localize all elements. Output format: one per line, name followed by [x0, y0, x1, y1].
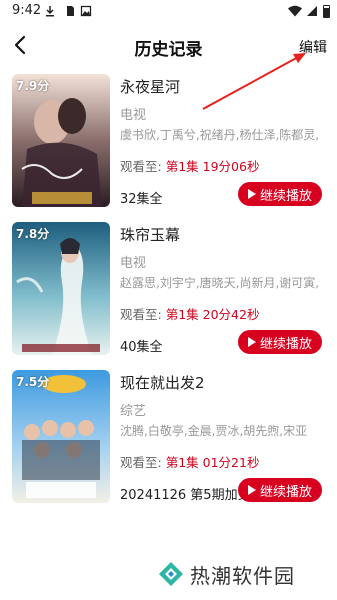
watermark-logo-icon	[159, 562, 183, 586]
watched-prefix: 观看至:	[120, 455, 162, 470]
edit-button[interactable]: 编辑	[299, 37, 327, 57]
watched-episode: 第1集 19分06秒	[165, 159, 260, 174]
nav-bar: 历史记录 编辑	[0, 26, 337, 66]
rating-badge: 7.5分	[16, 375, 50, 389]
poster-image[interactable]: 7.8分	[12, 222, 110, 355]
continue-play-button[interactable]: 继续播放	[238, 330, 322, 354]
status-bar: 9:42	[0, 0, 337, 24]
sim-card-icon	[67, 6, 74, 16]
watched-episode: 第1集 20分42秒	[165, 307, 260, 322]
show-cast: 沈腾,白敬亭,金晨,贾冰,胡先煦,宋亚	[120, 424, 308, 438]
history-info: 现在就出发2 综艺 沈腾,白敬亭,金晨,贾冰,胡先煦,宋亚 观看至: 第1集 0…	[120, 370, 330, 503]
history-item[interactable]: 7.9分 永夜星河 电视 虞书欣,丁禹兮,祝绪丹,杨仕泽,陈都灵, 观看至: 第…	[0, 74, 337, 208]
history-item[interactable]: 7.8分 珠帘玉幕 电视 赵露思,刘宇宁,唐晓天,尚新月,谢可寅, 观看至: 第…	[0, 222, 337, 356]
continue-play-button[interactable]: 继续播放	[238, 182, 322, 206]
watched-prefix: 观看至:	[120, 307, 162, 322]
watch-progress: 观看至: 第1集 01分21秒	[120, 452, 259, 471]
show-title: 永夜星河	[120, 78, 181, 96]
history-item[interactable]: 7.5分 现在就出发2 综艺 沈腾,白敬亭,金晨,贾冰,胡先煦,宋亚 观看至: …	[0, 370, 337, 504]
download-icon	[46, 6, 54, 17]
history-info: 珠帘玉幕 电视 赵露思,刘宇宁,唐晓天,尚新月,谢可寅, 观看至: 第1集 20…	[120, 222, 330, 355]
show-category: 综艺	[120, 404, 147, 419]
play-icon	[247, 485, 256, 495]
continue-play-button[interactable]: 继续播放	[238, 478, 322, 502]
watched-episode: 第1集 01分21秒	[165, 455, 260, 470]
show-cast: 赵露思,刘宇宁,唐晓天,尚新月,谢可寅,	[120, 276, 320, 290]
watch-progress: 观看至: 第1集 20分42秒	[120, 304, 259, 323]
rating-badge: 7.9分	[16, 79, 50, 93]
watched-prefix: 观看至:	[120, 159, 162, 174]
poster-image[interactable]: 7.5分	[12, 370, 110, 503]
page-title: 历史记录	[134, 40, 203, 60]
play-icon	[247, 337, 256, 347]
watch-progress: 观看至: 第1集 19分06秒	[120, 156, 259, 175]
battery-icon	[323, 5, 330, 18]
wifi-icon	[288, 5, 302, 17]
continue-label: 继续播放	[259, 336, 312, 352]
image-icon	[80, 5, 92, 17]
watermark-text: 热潮软件园	[190, 564, 295, 588]
poster-image[interactable]: 7.9分	[12, 74, 110, 207]
signal-icon	[307, 6, 317, 16]
play-icon	[247, 189, 256, 199]
rating-badge: 7.8分	[16, 227, 50, 241]
watermark: 热潮软件园	[157, 558, 337, 590]
show-cast: 虞书欣,丁禹兮,祝绪丹,杨仕泽,陈都灵,	[120, 128, 320, 142]
continue-label: 继续播放	[259, 188, 312, 204]
show-title: 现在就出发2	[120, 374, 205, 392]
history-info: 永夜星河 电视 虞书欣,丁禹兮,祝绪丹,杨仕泽,陈都灵, 观看至: 第1集 19…	[120, 74, 330, 207]
show-title: 珠帘玉幕	[120, 226, 181, 244]
status-time: 9:42	[12, 3, 42, 18]
continue-label: 继续播放	[259, 484, 312, 500]
show-category: 电视	[120, 256, 147, 271]
show-category: 电视	[120, 108, 147, 123]
